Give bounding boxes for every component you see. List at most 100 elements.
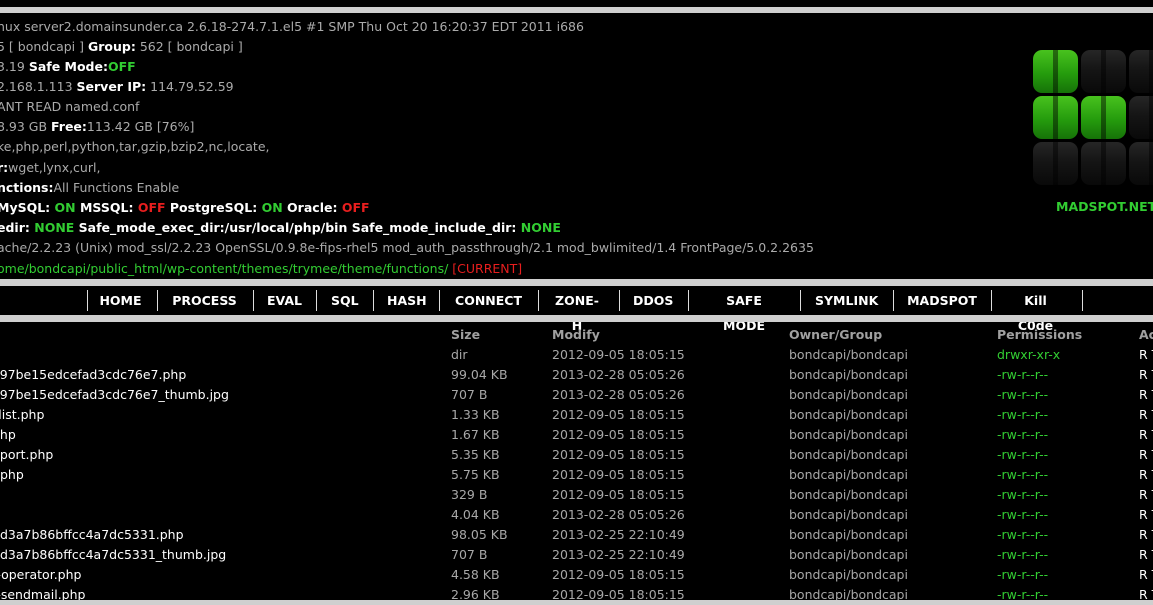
file-size: 4.04 KB bbox=[451, 507, 500, 522]
file-actions[interactable]: R T bbox=[1139, 565, 1153, 585]
file-actions[interactable]: R T bbox=[1139, 525, 1153, 545]
file-size: 1.67 KB bbox=[451, 427, 500, 442]
file-actions[interactable]: R T bbox=[1139, 405, 1153, 425]
file-permissions[interactable]: -rw-r--r-- bbox=[997, 545, 1048, 565]
menu-separator bbox=[316, 290, 317, 311]
file-actions[interactable]: R T bbox=[1139, 445, 1153, 465]
menu-item-zone-h[interactable]: ZONE-H bbox=[550, 288, 604, 333]
file-actions[interactable]: R T bbox=[1139, 365, 1153, 385]
menu-item-connect[interactable]: CONNECT bbox=[454, 288, 523, 313]
file-actions[interactable]: R T bbox=[1139, 505, 1153, 525]
current-marker: [CURRENT] bbox=[448, 261, 523, 276]
current-path-link[interactable]: ome/bondcapi/public_html/wp-content/them… bbox=[0, 261, 448, 276]
table-row: r.php 5.75 KB 2012-09-05 18:05:15 bondcapi/… bbox=[0, 465, 1153, 485]
file-modified: 2013-02-28 05:05:26 bbox=[552, 507, 685, 522]
downloader-value: wget,lynx,curl, bbox=[8, 160, 101, 175]
logo-tile bbox=[1081, 142, 1126, 185]
file-name-link[interactable]: r.php bbox=[0, 465, 24, 485]
menu-item-symlink[interactable]: SYMLINK bbox=[815, 288, 878, 313]
menu-item-ddos[interactable]: DDOS bbox=[633, 288, 673, 313]
file-owner: bondcapi/bondcapi bbox=[789, 447, 908, 462]
size-column-header[interactable]: Size bbox=[451, 325, 480, 345]
server-software: ache/2.2.23 (Unix) mod_ssl/2.2.23 OpenSS… bbox=[0, 240, 814, 255]
file-actions[interactable]: R T bbox=[1139, 545, 1153, 565]
file-modified: 2013-02-25 22:10:49 bbox=[552, 547, 685, 562]
file-permissions[interactable]: -rw-r--r-- bbox=[997, 365, 1048, 385]
table-row: e97be15edcefad3cdc76e7_thumb.jpg 707 B 201… bbox=[0, 385, 1153, 405]
file-owner: bondcapi/bondcapi bbox=[789, 427, 908, 442]
menu-item-safe-mode[interactable]: SAFE MODE bbox=[703, 288, 785, 333]
file-name-link[interactable]: _list.php bbox=[0, 405, 44, 425]
file-permissions[interactable]: -rw-r--r-- bbox=[997, 525, 1048, 545]
file-permissions[interactable]: drwxr-xr-x bbox=[997, 345, 1060, 365]
menu-separator bbox=[253, 290, 254, 311]
file-name-link[interactable]: php bbox=[0, 425, 16, 445]
file-permissions[interactable]: -rw-r--r-- bbox=[997, 565, 1048, 585]
file-modified: 2012-09-05 18:05:15 bbox=[552, 467, 685, 482]
menu-item-home[interactable]: HOME bbox=[99, 288, 142, 313]
file-size: 1.33 KB bbox=[451, 407, 500, 422]
file-permissions[interactable]: -rw-r--r-- bbox=[997, 405, 1048, 425]
file-actions[interactable]: R T bbox=[1139, 425, 1153, 445]
owner-column-header[interactable]: Owner/Group bbox=[789, 325, 882, 345]
file-name-link[interactable]: e97be15edcefad3cdc76e7.php bbox=[0, 365, 186, 385]
file-permissions[interactable]: -rw-r--r-- bbox=[997, 465, 1048, 485]
permissions-column-header[interactable]: Permissions bbox=[997, 325, 1082, 345]
uname-value: nux server2.domainsunder.ca 2.6.18-274.7… bbox=[0, 19, 584, 34]
file-size: 5.35 KB bbox=[451, 447, 500, 462]
file-name-link[interactable]: 0d3a7b86bffcc4a7dc5331_thumb.jpg bbox=[0, 545, 226, 565]
file-name-link[interactable]: r-operator.php bbox=[0, 565, 81, 585]
your-ip: 2.168.1.113 bbox=[0, 79, 77, 94]
file-permissions[interactable]: -rw-r--r-- bbox=[997, 385, 1048, 405]
menu-separator bbox=[991, 290, 992, 311]
group-label: Group: bbox=[87, 39, 136, 54]
server-info-panel: nux server2.domainsunder.ca 2.6.18-274.7… bbox=[0, 16, 1020, 278]
menu-item-process[interactable]: PROCESS bbox=[171, 288, 238, 313]
menu-item-kill-c0de[interactable]: Kill C0de bbox=[1005, 288, 1066, 333]
file-modified: 2013-02-28 05:05:26 bbox=[552, 367, 685, 382]
file-name-link[interactable]: 0d3a7b86bffcc4a7dc5331.php bbox=[0, 525, 184, 545]
file-name-link[interactable]: r-sendmail.php bbox=[0, 585, 85, 600]
file-name-link[interactable]: nport.php bbox=[0, 445, 53, 465]
logo-tile bbox=[1129, 50, 1153, 93]
file-permissions[interactable]: -rw-r--r-- bbox=[997, 425, 1048, 445]
menu-item-eval[interactable]: EVAL bbox=[267, 288, 302, 313]
modify-column-header[interactable]: Modify bbox=[552, 325, 600, 345]
file-owner: bondcapi/bondcapi bbox=[789, 587, 908, 600]
top-divider bbox=[0, 7, 1153, 13]
file-permissions[interactable]: -rw-r--r-- bbox=[997, 445, 1048, 465]
file-modified: 2012-09-05 18:05:15 bbox=[552, 487, 685, 502]
file-permissions[interactable]: -rw-r--r-- bbox=[997, 485, 1048, 505]
table-row: e97be15edcefad3cdc76e7.php 99.04 KB 2013-0… bbox=[0, 365, 1153, 385]
free-label: Free: bbox=[51, 119, 87, 134]
file-actions[interactable]: R T bbox=[1139, 485, 1153, 505]
menu-top-divider bbox=[0, 279, 1153, 286]
logo-tile bbox=[1129, 96, 1153, 139]
file-size: 4.58 KB bbox=[451, 567, 500, 582]
table-row: r-sendmail.php 2.96 KB 2012-09-05 18:05:15… bbox=[0, 585, 1153, 600]
file-permissions[interactable]: -rw-r--r-- bbox=[997, 505, 1048, 525]
menu-item-sql[interactable]: SQL bbox=[331, 288, 359, 313]
safe-exec-label: Safe_mode_exec_dir:/usr/local/php/bin Sa… bbox=[74, 220, 521, 235]
menu-separator bbox=[538, 290, 539, 311]
downloader-line: r:wget,lynx,curl, bbox=[0, 158, 100, 178]
file-owner: bondcapi/bondcapi bbox=[789, 467, 908, 482]
table-row: php 1.67 KB 2012-09-05 18:05:15 bondcapi/bo… bbox=[0, 425, 1153, 445]
table-row: 329 B 2012-09-05 18:05:15 bondcapi/bondcap… bbox=[0, 485, 1153, 505]
file-actions[interactable]: R T bbox=[1139, 465, 1153, 485]
user-value: 5 [ bondcapi ] bbox=[0, 39, 88, 54]
file-actions[interactable]: R T bbox=[1139, 385, 1153, 405]
menu-item-madspot[interactable]: MADSPOT bbox=[907, 288, 977, 313]
free-value: 113.42 GB [76%] bbox=[86, 119, 195, 134]
file-actions[interactable]: R T bbox=[1139, 345, 1153, 365]
file-name-link[interactable]: e97be15edcefad3cdc76e7_thumb.jpg bbox=[0, 385, 229, 405]
menu-separator bbox=[800, 290, 801, 311]
file-owner: bondcapi/bondcapi bbox=[789, 387, 908, 402]
menu-separator bbox=[688, 290, 689, 311]
menu-item-hash[interactable]: HASH bbox=[387, 288, 427, 313]
file-size: dir bbox=[451, 347, 468, 362]
file-permissions[interactable]: -rw-r--r-- bbox=[997, 585, 1048, 600]
menu-separator bbox=[893, 290, 894, 311]
file-actions[interactable]: R T bbox=[1139, 585, 1153, 600]
functions-line: nctions:All Functions Enable bbox=[0, 178, 179, 198]
